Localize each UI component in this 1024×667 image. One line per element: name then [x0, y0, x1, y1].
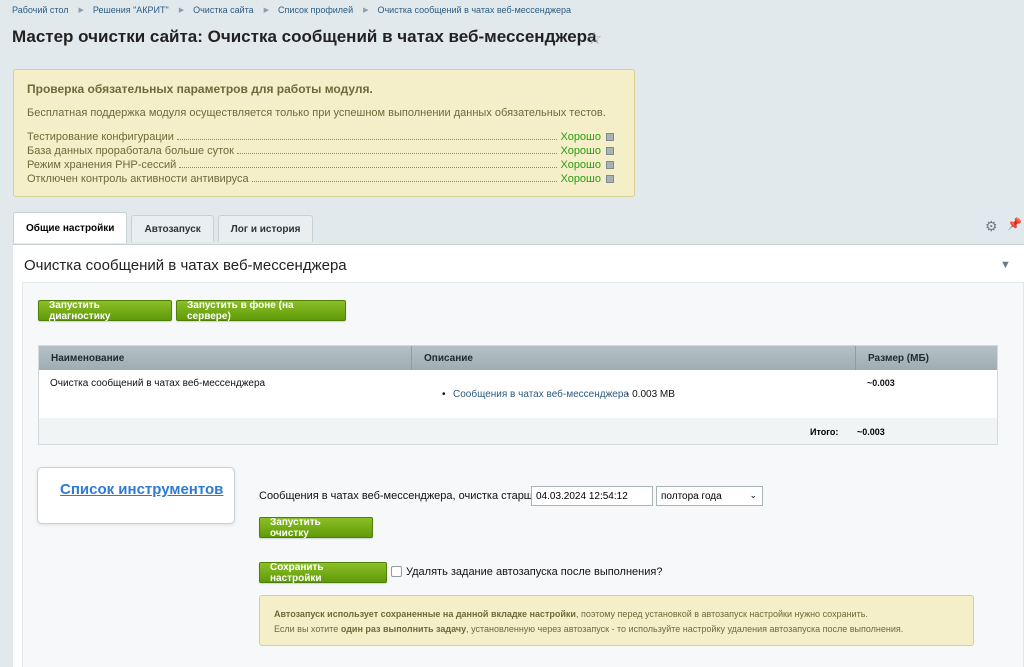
gear-icon[interactable]: ⚙ [985, 218, 998, 235]
delete-autorun-label: Удалять задание автозапуска после выполн… [406, 566, 663, 578]
question-icon[interactable] [606, 133, 614, 141]
breadcrumb-item-profiles[interactable]: Список профилей [278, 5, 353, 15]
breadcrumb-separator-icon: ▶ [363, 7, 369, 14]
total-value: ~0.003 [857, 427, 885, 437]
chevron-down-icon: ⌄ [749, 490, 757, 500]
star-icon[interactable]: ☆ [587, 29, 602, 49]
bullet-icon: • [442, 389, 446, 400]
breadcrumb-item-current[interactable]: Очистка сообщений в чатах веб-мессенджер… [377, 5, 571, 15]
row-description-size: - 0.003 MB [626, 389, 675, 400]
run-background-button[interactable]: Запустить в фоне (на сервере) [176, 300, 346, 322]
save-settings-button[interactable]: Сохранить настройки [259, 562, 387, 584]
breadcrumb-item-desktop[interactable]: Рабочий стол [12, 5, 69, 15]
chevron-down-icon[interactable]: ▼ [1000, 259, 1011, 271]
check-label: База данных проработала больше суток [27, 145, 234, 157]
row-description-link[interactable]: Сообщения в чатах веб-мессенджера [453, 389, 629, 400]
question-icon[interactable] [606, 175, 614, 183]
period-select-value: полтора года [661, 490, 722, 502]
tools-list-box: Список инструментов [37, 467, 235, 524]
column-header-description: Описание [412, 346, 856, 370]
row-name: Очистка сообщений в чатах веб-мессенджер… [50, 378, 266, 389]
breadcrumb-item-cleanup[interactable]: Очистка сайта [193, 5, 254, 15]
note-line2-bold: один раз выполнить задачу [340, 624, 467, 634]
pin-icon[interactable]: 📌 [1007, 217, 1022, 231]
column-header-size: Размер (МБ) [868, 352, 929, 364]
note-line2-rest: , установленную через автозапуск - то ис… [466, 624, 904, 634]
breadcrumb-separator-icon: ▶ [78, 7, 84, 14]
check-label: Режим хранения PHP-сессий [27, 159, 177, 171]
requirements-check-panel: Проверка обязательных параметров для раб… [13, 69, 635, 197]
page-title: Мастер очистки сайта: Очистка сообщений … [12, 27, 597, 46]
total-label: Итого: [810, 427, 839, 437]
cleanup-date-input[interactable]: 04.03.2024 12:54:12 [531, 486, 653, 506]
question-icon[interactable] [606, 147, 614, 155]
check-row-database: База данных проработала больше суток Хор… [27, 143, 614, 157]
check-label: Отключен контроль активности антивируса [27, 173, 249, 185]
run-diagnostics-button[interactable]: Запустить диагностику [38, 300, 172, 322]
breadcrumb-separator-icon: ▶ [263, 7, 270, 14]
row-size: ~0.003 [867, 378, 895, 388]
cleanup-older-than-label: Сообщения в чатах веб-мессенджера, очист… [259, 490, 542, 502]
table-row: Очистка сообщений в чатах веб-мессенджер… [39, 370, 997, 418]
note-line1-rest: , поэтому перед установкой в автозапуск … [575, 609, 868, 619]
question-icon[interactable] [606, 161, 614, 169]
check-row-sessions: Режим хранения PHP-сессий Хорошо [27, 157, 614, 171]
section-title: Очистка сообщений в чатах веб-мессенджер… [24, 257, 347, 274]
check-title: Проверка обязательных параметров для раб… [27, 82, 373, 96]
check-result: Хорошо [560, 131, 601, 143]
tab-log-history[interactable]: Лог и история [217, 215, 314, 242]
breadcrumb-item-solutions[interactable]: Решения "АКРИТ" [93, 5, 169, 15]
check-description: Бесплатная поддержка модуля осуществляет… [27, 107, 606, 119]
cleanup-period-select[interactable]: полтора года ⌄ [656, 486, 763, 506]
check-result: Хорошо [560, 173, 601, 185]
tab-bar: Общие настройки Автозапуск Лог и история [13, 212, 317, 244]
note-line1-bold: Автозапуск использует сохраненные на дан… [274, 609, 576, 619]
check-result: Хорошо [560, 145, 601, 157]
check-row-antivirus: Отключен контроль активности антивируса … [27, 171, 614, 185]
tab-general-settings[interactable]: Общие настройки [13, 212, 128, 243]
check-result: Хорошо [560, 159, 601, 171]
cleanup-table: Наименование Описание Размер (МБ) Очистк… [38, 345, 998, 445]
delete-autorun-checkbox[interactable] [391, 566, 402, 577]
tab-autorun[interactable]: Автозапуск [131, 215, 214, 242]
run-cleanup-button[interactable]: Запустить очистку [259, 517, 373, 539]
check-label: Тестирование конфигурации [27, 131, 174, 143]
breadcrumb: Рабочий стол ▶ Решения "АКРИТ" ▶ Очистка… [12, 5, 571, 15]
breadcrumb-separator-icon: ▶ [178, 7, 185, 14]
check-row-config: Тестирование конфигурации Хорошо [27, 129, 614, 143]
table-header: Наименование Описание Размер (МБ) [39, 346, 997, 370]
column-header-name: Наименование [39, 346, 412, 370]
tools-list-link[interactable]: Список инструментов [60, 481, 223, 498]
note-line2-start: Если вы хотите [274, 624, 341, 634]
autorun-note: Автозапуск использует сохраненные на дан… [259, 595, 974, 646]
